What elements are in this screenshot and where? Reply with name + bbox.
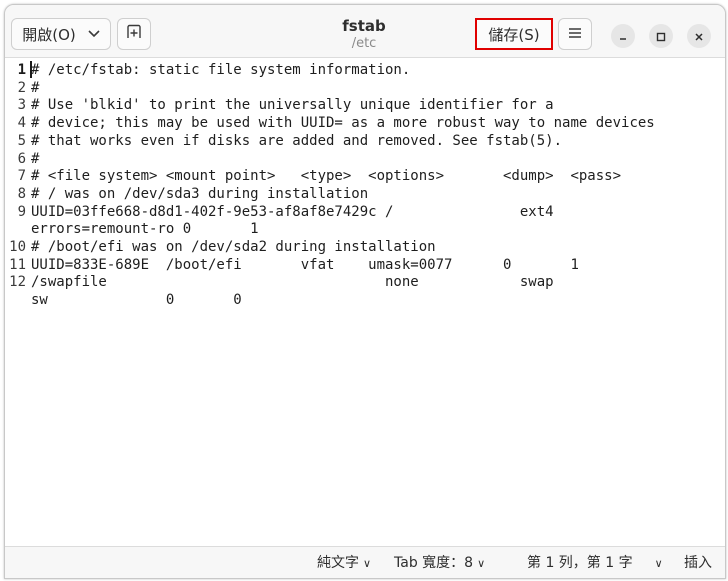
open-button-label: 開啟(O) bbox=[22, 25, 76, 44]
tab-width-selector[interactable]: Tab 寬度：8 ∨ bbox=[394, 554, 485, 573]
line-text: UUID=833E-689E /boot/efi vfat umask=0077… bbox=[31, 256, 579, 273]
new-tab-icon bbox=[126, 24, 142, 44]
text-editor-window: 開啟(O) fstab /etc 儲存(S) 1 # /etc/fstab: s… bbox=[4, 4, 726, 579]
chevron-down-icon bbox=[88, 27, 100, 41]
line-text: # device; this may be used with UUID= as… bbox=[31, 115, 655, 132]
line-text: errors=remount-ro 0 1 bbox=[31, 221, 259, 238]
save-button[interactable]: 儲存(S) bbox=[475, 18, 553, 50]
chevron-down-icon: ∨ bbox=[654, 557, 663, 570]
line-text: # <file system> <mount point> <type> <op… bbox=[31, 168, 622, 185]
line-number: 12 bbox=[9, 274, 26, 291]
window-title: fstab /etc bbox=[235, 17, 493, 52]
file-name: fstab bbox=[342, 17, 386, 35]
line-text: UUID=03ffe668-d8d1-402f-9e53-af8af8e7429… bbox=[31, 203, 554, 220]
line-number: 6 bbox=[17, 150, 26, 167]
main-menu-button[interactable] bbox=[558, 18, 592, 50]
save-button-label: 儲存(S) bbox=[488, 25, 540, 44]
insert-mode-label: 插入 bbox=[684, 555, 712, 571]
line-number: 2 bbox=[17, 79, 26, 96]
tab-width-label: Tab 寬度：8 bbox=[394, 555, 474, 571]
header-bar: 開啟(O) fstab /etc 儲存(S) bbox=[5, 5, 725, 58]
line-number: 9 bbox=[17, 203, 26, 220]
line-text: # / was on /dev/sda3 during installation bbox=[31, 185, 369, 202]
line-number: 1 bbox=[17, 62, 26, 78]
line-number: 4 bbox=[17, 115, 26, 132]
syntax-label: 純文字 bbox=[317, 555, 359, 571]
maximize-icon bbox=[656, 27, 666, 46]
maximize-button[interactable] bbox=[649, 24, 673, 48]
line-number: 5 bbox=[17, 132, 26, 149]
line-number: 3 bbox=[17, 97, 26, 114]
cursor-position-label: 第 1 列，第 1 字 bbox=[527, 555, 633, 571]
cursor-position-selector[interactable]: 第 1 列，第 1 字 ∨ bbox=[527, 554, 663, 573]
minimize-icon bbox=[618, 27, 628, 46]
line-text: # Use 'blkid' to print the universally u… bbox=[31, 97, 554, 114]
line-number: 8 bbox=[17, 185, 26, 202]
insert-mode-indicator[interactable]: 插入 bbox=[684, 554, 712, 572]
minimize-button[interactable] bbox=[611, 24, 635, 48]
line-text: # /etc/fstab: static file system informa… bbox=[31, 62, 411, 78]
line-number: 7 bbox=[17, 168, 26, 185]
line-text: /swapfile none swap bbox=[31, 274, 554, 291]
file-path: /etc bbox=[351, 36, 377, 51]
status-bar: 純文字 ∨ Tab 寬度：8 ∨ 第 1 列，第 1 字 ∨ 插入 bbox=[5, 546, 725, 578]
line-text: # that works even if disks are added and… bbox=[31, 132, 563, 149]
syntax-selector[interactable]: 純文字 ∨ bbox=[317, 554, 371, 573]
line-text: # /boot/efi was on /dev/sda2 during inst… bbox=[31, 239, 436, 255]
line-text: # bbox=[31, 79, 40, 96]
hamburger-menu-icon bbox=[568, 25, 582, 43]
text-cursor bbox=[30, 61, 32, 78]
chevron-down-icon: ∨ bbox=[477, 557, 486, 570]
new-tab-button[interactable] bbox=[117, 18, 151, 50]
close-button[interactable] bbox=[687, 24, 711, 48]
close-icon bbox=[694, 27, 704, 46]
line-text: sw 0 0 bbox=[31, 292, 242, 309]
line-number: 10 bbox=[9, 239, 26, 255]
open-button[interactable]: 開啟(O) bbox=[11, 18, 111, 50]
text-editor-area[interactable]: 1 # /etc/fstab: static file system inform… bbox=[5, 58, 725, 546]
line-text: # bbox=[31, 150, 40, 167]
line-number: 11 bbox=[9, 256, 26, 273]
chevron-down-icon: ∨ bbox=[363, 557, 372, 570]
